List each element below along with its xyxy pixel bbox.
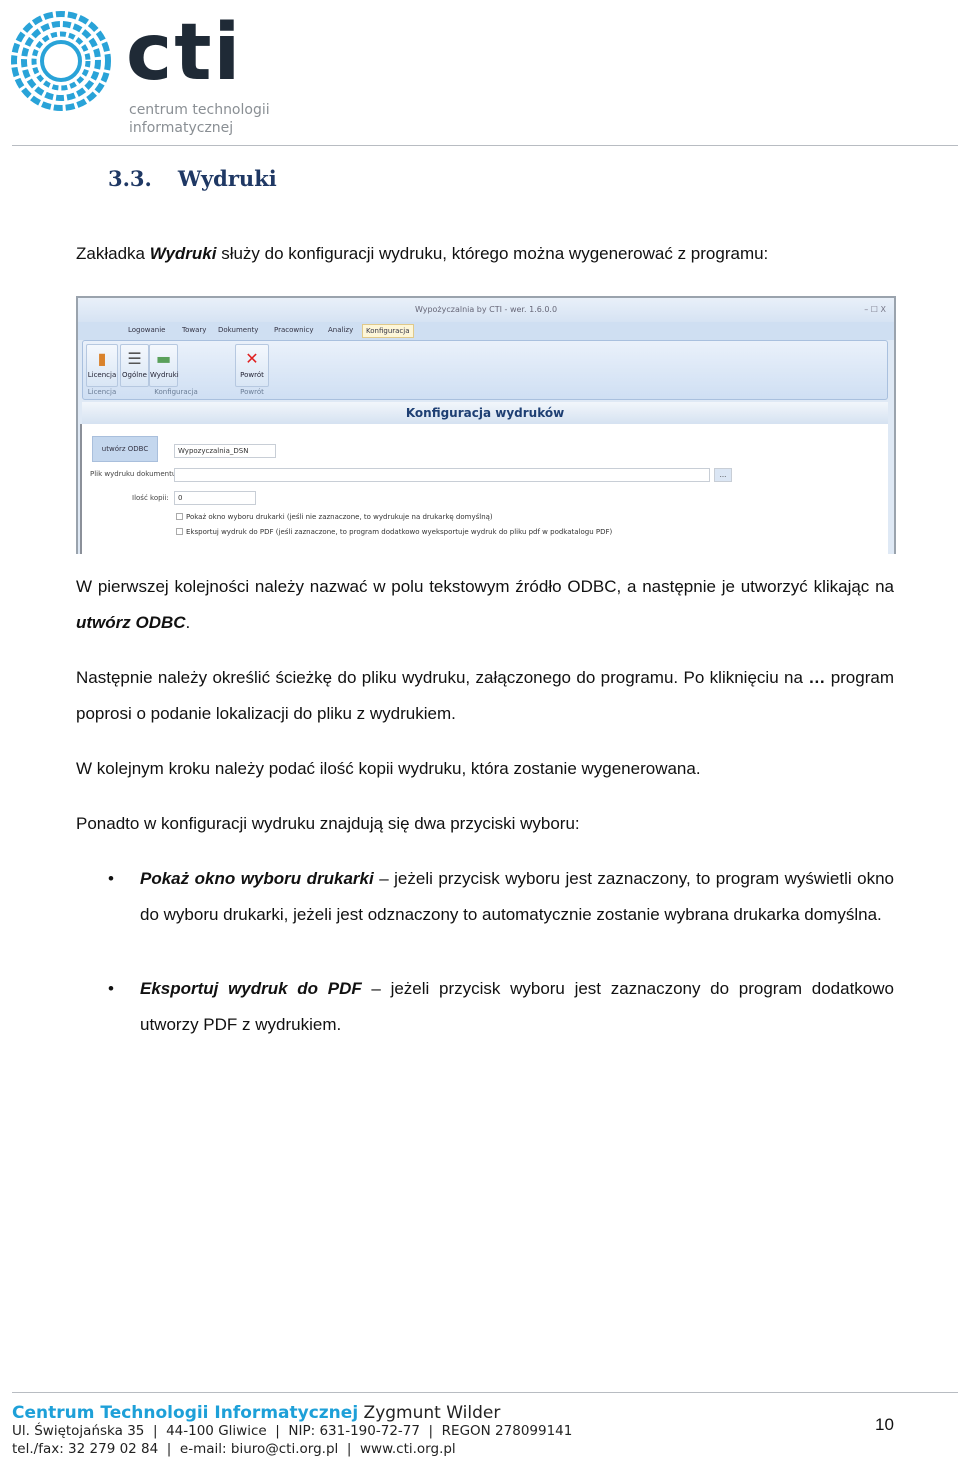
logo-subtitle-2: informatycznej [129, 120, 234, 136]
tab-logowanie[interactable]: Logowanie [128, 326, 166, 334]
file-label: Plik wydruku dokumentu [90, 470, 177, 478]
checkbox-label: Eksportuj wydruk do PDF (jeśli zaznaczon… [186, 528, 613, 536]
section-heading: 3.3. Wydruki [108, 166, 277, 191]
emphasis: Eksportuj wydruk do PDF [140, 979, 362, 998]
paragraph-odbc: W pierwszej kolejności należy nazwać w p… [76, 569, 894, 641]
emphasis: Wydruki [149, 244, 217, 263]
close-x-icon: ✕ [245, 349, 259, 368]
settings-sliders-icon: ☰ [127, 349, 142, 368]
powrot-button[interactable]: ✕ Powrót [235, 344, 269, 387]
button-label: Powrót [240, 371, 264, 379]
browse-button[interactable]: ... [714, 468, 732, 482]
tab-pracownicy[interactable]: Pracownicy [274, 326, 314, 334]
licencja-button[interactable]: ▮ Licencja [86, 344, 118, 387]
tab-analizy[interactable]: Analizy [328, 326, 353, 334]
printer-icon: ▬ [155, 349, 172, 368]
header-divider [12, 145, 958, 146]
emphasis: utwórz ODBC [76, 613, 186, 632]
section-number: 3.3. [108, 166, 152, 191]
export-pdf-checkbox[interactable]: Eksportuj wydruk do PDF (jeśli zaznaczon… [176, 528, 612, 536]
text: . [185, 613, 191, 632]
paragraph-copies: W kolejnym kroku należy podać ilość kopi… [76, 759, 701, 778]
bullet-icon: • [108, 869, 114, 888]
text: W pierwszej kolejności należy nazwać w p… [76, 577, 894, 596]
company-name: Centrum Technologii Informatycznej [12, 1403, 359, 1423]
emphasis: Pokaż okno wyboru drukarki [140, 869, 374, 888]
owner-name: Zygmunt Wilder [358, 1403, 501, 1423]
footer-address: Ul. Świętojańska 35 | 44-100 Gliwice | N… [12, 1423, 573, 1439]
group-label: Powrót [240, 388, 264, 396]
ogolne-button[interactable]: ☰ Ogólne [120, 344, 149, 387]
wydruki-button[interactable]: ▬ Wydruki [149, 344, 179, 387]
button-label: Ogólne [122, 371, 147, 379]
window-controls: – ☐ X [864, 305, 886, 314]
group-label: Konfiguracja [154, 388, 198, 396]
list-item: Eksportuj wydruk do PDF – jeżeli przycis… [140, 971, 894, 1043]
tab-towary[interactable]: Towary [182, 326, 206, 334]
config-form: utwórz ODBC Wypozyczalnia_DSN Plik wydru… [80, 424, 888, 554]
certificate-icon: ▮ [97, 349, 107, 368]
copies-label: Ilość kopii: [132, 494, 169, 502]
button-label: Licencja [87, 371, 117, 379]
button-label: Wydruki [150, 371, 179, 379]
bullet-icon: • [108, 979, 114, 998]
footer-company: Centrum Technologii Informatycznej Zygmu… [12, 1402, 500, 1424]
app-menu-tabs: Logowanie Towary Dokumenty Pracownicy An… [78, 322, 894, 340]
text: Następnie należy określić ścieżkę do pli… [76, 668, 809, 687]
app-screenshot: Wypożyczalnia by CTI - wer. 1.6.0.0 – ☐ … [76, 296, 896, 554]
text: Zakładka [76, 244, 150, 263]
text: służy do konfiguracji wydruku, którego m… [216, 244, 769, 263]
copies-spinner[interactable]: 0 [174, 491, 256, 505]
tab-konfiguracja[interactable]: Konfiguracja [362, 324, 414, 338]
list-item: Pokaż okno wyboru drukarki – jeżeli przy… [140, 861, 894, 933]
page-number: 10 [875, 1415, 894, 1434]
ribbon: ▮ Licencja ☰ Ogólne ▬ Wydruki ✕ Powrót Licen… [82, 340, 888, 400]
intro-paragraph: Zakładka Wydruki służy do konfiguracji w… [76, 236, 894, 272]
create-odbc-button[interactable]: utwórz ODBC [92, 436, 158, 462]
section-title: Wydruki [177, 166, 277, 191]
file-path-input[interactable] [174, 468, 710, 482]
tab-dokumenty[interactable]: Dokumenty [218, 326, 258, 334]
paragraph-checkboxes: Ponadto w konfiguracji wydruku znajdują … [76, 814, 580, 833]
footer-divider [12, 1392, 958, 1393]
config-header: Konfiguracja wydruków [82, 402, 888, 424]
show-printer-dialog-checkbox[interactable]: Pokaż okno wyboru drukarki (jeśli nie za… [176, 513, 493, 521]
group-label: Licencja [87, 388, 117, 396]
footer-contact: tel./fax: 32 279 02 84 | e-mail: biuro@c… [12, 1441, 456, 1457]
checkbox-label: Pokaż okno wyboru drukarki (jeśli nie za… [186, 513, 493, 521]
paragraph-file: Następnie należy określić ścieżkę do pli… [76, 660, 894, 732]
emphasis: … [808, 668, 826, 687]
logo-circle-icon [11, 11, 111, 111]
logo-wordmark: cti [126, 8, 243, 98]
odbc-name-input[interactable]: Wypozyczalnia_DSN [174, 444, 276, 458]
app-title-bar: Wypożyczalnia by CTI - wer. 1.6.0.0 [78, 298, 894, 322]
logo-subtitle-1: centrum technologii [129, 102, 270, 118]
